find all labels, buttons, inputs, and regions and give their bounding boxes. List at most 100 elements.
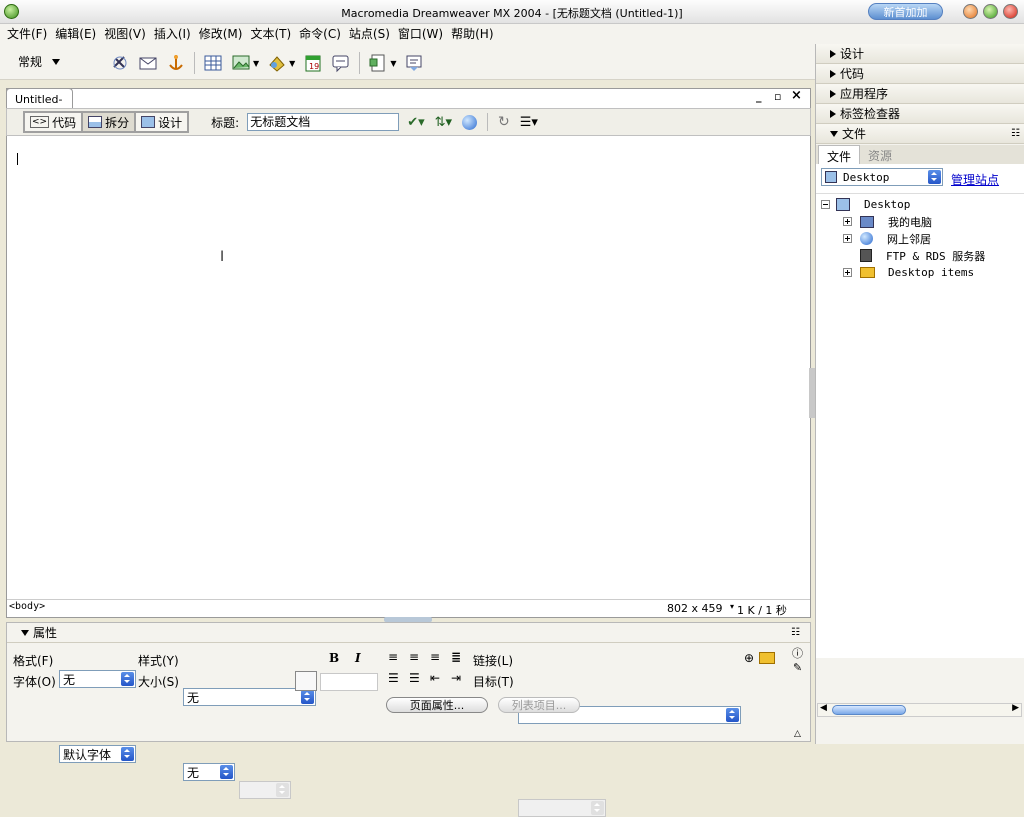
font-select[interactable]: 默认字体 (59, 745, 136, 763)
panel-group-files[interactable]: 文件 ☷ (816, 124, 1024, 144)
size-unit-select[interactable] (239, 781, 291, 799)
page-properties-button[interactable]: 页面属性... (386, 697, 488, 713)
named-anchor-icon[interactable] (166, 53, 186, 73)
panel-group-design[interactable]: 设计 (816, 44, 1024, 64)
media-icon[interactable] (267, 53, 287, 73)
chevron-down-icon[interactable]: ▼ (289, 59, 295, 68)
point-to-file-icon[interactable]: ⊕ (744, 651, 754, 665)
expand-icon[interactable] (843, 234, 852, 243)
date-icon[interactable]: 19 (303, 53, 323, 73)
chevron-updown-icon (121, 672, 134, 686)
view-options-icon[interactable]: ☰▾ (520, 115, 538, 130)
panel-group-application[interactable]: 应用程序 (816, 84, 1024, 104)
chevron-down-icon[interactable]: ▼ (390, 59, 396, 68)
close-button[interactable] (1003, 4, 1018, 19)
comment-icon[interactable] (331, 53, 351, 73)
menu-insert[interactable]: 插入(I) (153, 24, 192, 44)
doc-minimize-button[interactable]: _ (756, 90, 762, 103)
image-icon[interactable] (231, 53, 251, 73)
help-icon[interactable]: ⓘ (792, 645, 803, 661)
menu-edit[interactable]: 编辑(E) (54, 24, 97, 44)
size-select[interactable]: 无 (183, 763, 235, 781)
maximize-button[interactable] (983, 4, 998, 19)
color-hex-input[interactable] (320, 673, 378, 691)
bold-button[interactable]: B (329, 651, 339, 665)
tree-item-desktop-items[interactable]: Desktop items (816, 264, 1024, 281)
tree-item-ftp-rds[interactable]: FTP & RDS 服务器 (816, 247, 1024, 264)
list-item-button[interactable]: 列表项目... (498, 697, 580, 713)
menu-site[interactable]: 站点(S) (348, 24, 391, 44)
tab-files[interactable]: 文件 (818, 145, 861, 164)
align-right-icon[interactable]: ≡ (430, 650, 440, 664)
justify-icon[interactable]: ≣ (451, 650, 461, 664)
tree-item-my-computer[interactable]: 我的电脑 (816, 213, 1024, 230)
doc-restore-button[interactable]: ▫ (774, 90, 781, 103)
ordered-list-icon[interactable]: ☰ (409, 671, 420, 685)
refresh-icon[interactable]: ↻ (498, 114, 510, 130)
tree-item-network[interactable]: 网上邻居 (816, 230, 1024, 247)
table-icon[interactable] (203, 53, 223, 73)
menu-modify[interactable]: 修改(M) (198, 24, 244, 44)
scroll-thumb[interactable] (832, 705, 906, 715)
dock-collapse-handle[interactable] (809, 368, 815, 418)
chevron-updown-icon (726, 708, 739, 722)
insert-category-dropdown[interactable]: 常规 (18, 53, 61, 70)
scroll-left-icon[interactable]: ◀ (820, 703, 827, 713)
head-content-icon[interactable] (368, 53, 388, 73)
document-tab[interactable]: Untitled-1 (6, 88, 73, 119)
window-size-readout[interactable]: 802 x 459 (667, 602, 723, 615)
expand-icon[interactable] (843, 217, 852, 226)
format-select[interactable]: 无 (59, 670, 136, 688)
split-view-button[interactable]: 拆分 (82, 112, 136, 132)
menu-window[interactable]: 窗口(W) (397, 24, 444, 44)
options-menu-icon[interactable]: ☷ (1011, 128, 1020, 139)
outdent-icon[interactable]: ⇤ (430, 671, 440, 685)
target-select[interactable] (518, 799, 606, 817)
text-color-swatch[interactable] (295, 671, 317, 691)
site-select[interactable]: Desktop (821, 168, 943, 186)
panel-group-tag-inspector[interactable]: 标签检查器 (816, 104, 1024, 124)
ime-indicator[interactable]: 新首加加 (868, 3, 943, 20)
menu-text[interactable]: 文本(T) (249, 24, 292, 44)
indent-icon[interactable]: ⇥ (451, 671, 461, 685)
panel-group-code[interactable]: 代码 (816, 64, 1024, 84)
tag-chooser-icon[interactable] (404, 53, 424, 73)
chevron-updown-icon (220, 765, 233, 779)
menu-file[interactable]: 文件(F) (6, 24, 48, 44)
menu-commands[interactable]: 命令(C) (298, 24, 342, 44)
align-center-icon[interactable]: ≡ (409, 650, 419, 664)
horizontal-scrollbar[interactable]: ◀ ▶ (817, 703, 1022, 717)
chevron-down-icon[interactable]: ▼ (253, 59, 259, 68)
design-canvas[interactable]: I (7, 137, 810, 599)
quick-tag-editor-icon[interactable]: ✎ (793, 661, 802, 674)
tab-assets[interactable]: 资源 (860, 145, 900, 164)
minimize-button[interactable] (963, 4, 978, 19)
tag-selector[interactable]: <body> (9, 601, 45, 612)
expand-triangle-icon[interactable]: △ (794, 729, 801, 739)
manage-sites-link[interactable]: 管理站点 (951, 171, 999, 188)
preview-browser-icon[interactable] (462, 114, 478, 130)
scroll-right-icon[interactable]: ▶ (1012, 703, 1019, 713)
italic-button[interactable]: I (355, 651, 361, 665)
unordered-list-icon[interactable]: ☰ (388, 671, 399, 685)
menu-view[interactable]: 视图(V) (103, 24, 147, 44)
options-menu-icon[interactable]: ☷ (791, 627, 800, 638)
expand-triangle-icon (830, 109, 836, 118)
collapse-icon[interactable] (821, 200, 830, 209)
validate-markup-icon[interactable]: ✔▾ (407, 115, 424, 130)
expand-icon[interactable] (843, 268, 852, 277)
align-left-icon[interactable]: ≡ (388, 650, 398, 664)
chevron-down-icon[interactable]: ▾ (730, 602, 734, 611)
email-link-icon[interactable] (138, 53, 158, 73)
hyperlink-icon[interactable] (110, 53, 130, 73)
file-management-icon[interactable]: ⇅▾ (435, 115, 452, 130)
design-view-button[interactable]: 设计 (135, 112, 189, 132)
download-size-readout: 1 K / 1 秒 (737, 604, 787, 617)
property-inspector-header[interactable]: 属性 (7, 623, 810, 643)
title-input[interactable]: 无标题文档 (247, 113, 400, 131)
tree-item-desktop[interactable]: Desktop (816, 196, 1024, 213)
code-view-button[interactable]: <> 代码 (24, 112, 83, 132)
folder-icon[interactable] (759, 652, 775, 664)
doc-close-button[interactable]: × (791, 88, 802, 103)
menu-help[interactable]: 帮助(H) (450, 24, 494, 44)
